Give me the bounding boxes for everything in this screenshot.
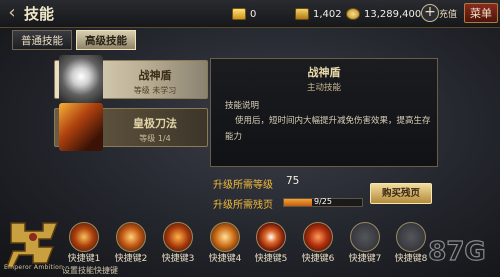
skill-card-imperial-blade[interactable]: 皇极刀法 等级 1/4 (54, 103, 208, 151)
shortcut-label: 快捷键7 (348, 254, 382, 264)
shortcut-label: 快捷键6 (301, 254, 335, 264)
required-level-value: 75 (286, 175, 300, 187)
skill-name: 战神盾 (138, 69, 172, 82)
skill-level: 等级 1/4 (139, 134, 171, 143)
skill-flame-icon[interactable] (210, 222, 240, 252)
back-arrow-icon[interactable]: ‹ (4, 3, 20, 23)
detail-skill-type: 主动技能 (306, 83, 341, 93)
required-fragments-label: 升级所需残页 (213, 200, 273, 211)
plus-icon[interactable]: + (421, 4, 439, 22)
gold-ingot-value: 0 (250, 8, 257, 20)
coin-resource: 13,289,400 (346, 5, 421, 23)
tab-advanced-skills[interactable]: 高级技能 (76, 30, 136, 50)
page-title: 技能 (24, 5, 55, 23)
blade-technique-icon (59, 103, 103, 151)
skill-blades-icon[interactable] (303, 222, 333, 252)
skill-detail-panel: 战神盾 主动技能 技能说明 使用后，短时间内大幅提升减免伤害效果，提高生存能力 (210, 58, 438, 167)
gold-ingot-icon (232, 8, 246, 20)
gold-bar-resource: 1,402 (295, 5, 342, 23)
gold-bar-icon (295, 8, 309, 20)
gold-bar-value: 1,402 (313, 8, 342, 20)
skill-empty-icon[interactable] (350, 222, 380, 252)
shortcut-label: 快捷键1 (67, 254, 101, 264)
top-bar: ‹ 技能 0 1,402 13,289,400 + 充值 菜单 (0, 0, 500, 28)
skill-spin-icon[interactable] (116, 222, 146, 252)
recharge-button[interactable]: 充值 (439, 7, 457, 20)
skill-burst-icon[interactable] (256, 222, 286, 252)
shortcut-label: 快捷键4 (208, 254, 242, 264)
skill-slash-icon[interactable] (69, 222, 99, 252)
fragment-progress-text: 9/25 (314, 197, 332, 206)
coin-value: 13,289,400 (364, 8, 422, 20)
menu-button[interactable]: 菜单 (464, 3, 498, 23)
warrior-shield-icon (59, 55, 103, 103)
watermark-logo: 87G (428, 236, 487, 267)
description-title: 技能说明 (225, 101, 260, 111)
required-level-label: 升级所需等级 (213, 180, 273, 191)
detail-skill-name: 战神盾 (307, 66, 341, 79)
gold-ingot-resource: 0 (232, 5, 256, 23)
description-text: 使用后，短时间内大幅提升减免伤害效果，提高生存能力 (225, 116, 431, 142)
skill-card-war-god-shield[interactable]: 战神盾 等级 未学习 (54, 55, 208, 103)
logo-text: Emperor Ambition (4, 264, 64, 271)
shortcut-label: 快捷键3 (161, 254, 195, 264)
svg-text:87G: 87G (428, 237, 486, 267)
tab-normal-skills[interactable]: 普通技能 (12, 30, 72, 50)
shortcut-tip: 设置技能快捷键 (62, 266, 118, 275)
skill-level: 等级 未学习 (133, 86, 177, 95)
buy-fragments-button[interactable]: 购买残页 (370, 183, 432, 204)
coin-icon (346, 8, 360, 20)
shortcut-label: 快捷键2 (114, 254, 148, 264)
shortcut-label: 快捷键5 (254, 254, 288, 264)
skill-name: 皇极刀法 (133, 117, 177, 130)
skill-fire-icon[interactable] (163, 222, 193, 252)
